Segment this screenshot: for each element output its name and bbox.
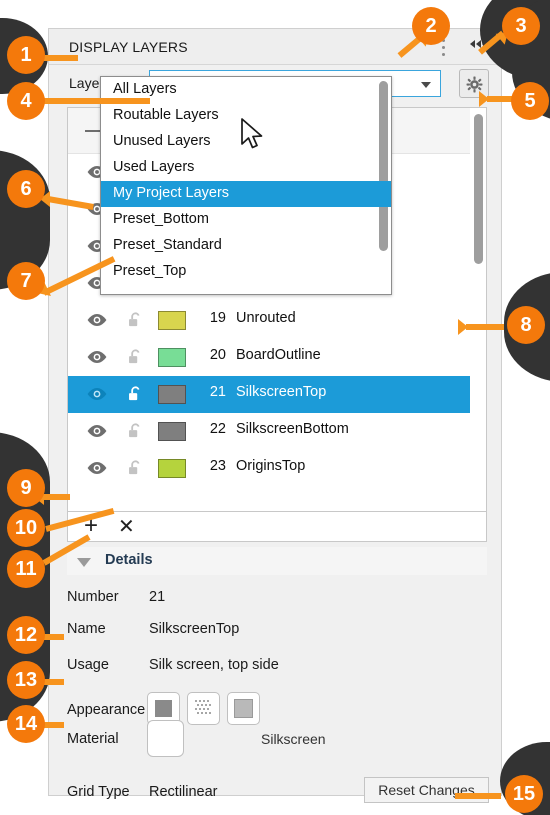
callout-badge-2: 2: [412, 7, 450, 45]
appearance-option-pattern[interactable]: [187, 692, 220, 725]
layer-number: 22: [209, 421, 226, 437]
usage-label: Usage: [67, 657, 109, 673]
layer-name: BoardOutline: [236, 347, 321, 363]
dropdown-option[interactable]: Used Layers: [101, 155, 391, 181]
fill-pattern-icon: [195, 700, 211, 714]
number-label: Number: [67, 589, 119, 605]
number-value: 21: [149, 589, 166, 605]
layer-name: OriginsTop: [236, 458, 306, 474]
callout-badge-13: 13: [7, 661, 45, 699]
callout-leader: [38, 98, 150, 104]
table-row[interactable]: 21 SilkscreenTop: [68, 376, 486, 413]
dropdown-option[interactable]: Preset_Top: [101, 259, 391, 285]
layer-list-scrollbar-thumb[interactable]: [474, 114, 483, 264]
layer-color-swatch[interactable]: [158, 348, 186, 367]
visibility-eye-icon[interactable]: [86, 313, 108, 327]
details-header[interactable]: Details: [67, 547, 487, 575]
mouse-cursor-icon: [241, 118, 263, 149]
callout-badge-1: 1: [7, 36, 45, 74]
callout-badge-15: 15: [505, 775, 543, 813]
callout-arrow: [479, 91, 489, 107]
layer-name: Unrouted: [236, 310, 296, 326]
layer-list-scrollbar-track[interactable]: [470, 108, 486, 511]
dropdown-option[interactable]: Preset_Bottom: [101, 207, 391, 233]
dropdown-options: All Layers Routable Layers Unused Layers Us…: [101, 77, 391, 285]
layer-number: 20: [209, 347, 226, 363]
details-section-title: Details: [105, 552, 153, 568]
dropdown-option[interactable]: Preset_Standard: [101, 233, 391, 259]
layer-number: 23: [209, 458, 226, 474]
name-label: Name: [67, 621, 106, 637]
callout-badge-8: 8: [507, 306, 545, 344]
callout-leader: [455, 793, 501, 799]
dropdown-option[interactable]: My Project Layers: [101, 181, 391, 207]
visibility-eye-icon[interactable]: [86, 387, 108, 401]
material-value: Silkscreen: [261, 731, 326, 747]
page-title: DISPLAY LAYERS: [69, 39, 188, 55]
material-color-swatch[interactable]: [147, 720, 184, 757]
callout-badge-5: 5: [511, 82, 549, 120]
layer-name: SilkscreenBottom: [236, 421, 349, 437]
chevron-down-icon: [421, 82, 431, 88]
layer-color-swatch[interactable]: [158, 311, 186, 330]
layer-name: SilkscreenTop: [236, 384, 327, 400]
callout-leader: [42, 494, 70, 500]
callout-badge-3: 3: [502, 7, 540, 45]
unlock-icon[interactable]: [126, 311, 145, 330]
reset-changes-button[interactable]: Reset Changes: [364, 777, 489, 803]
name-value: SilkscreenTop: [149, 621, 240, 637]
callout-badge-6: 6: [7, 170, 45, 208]
fill-outline-icon: [234, 699, 253, 718]
close-x-icon[interactable]: ✕: [118, 516, 135, 538]
table-row[interactable]: 22 SilkscreenBottom: [68, 413, 486, 450]
table-row[interactable]: 23 OriginsTop: [68, 450, 486, 487]
layer-number: 19: [209, 310, 226, 326]
appearance-label: Appearance: [67, 702, 146, 718]
table-row[interactable]: 19 Unrouted: [68, 302, 486, 339]
layer-number: 21: [209, 384, 226, 400]
layer-set-dropdown[interactable]: All Layers Routable Layers Unused Layers Us…: [100, 76, 392, 295]
unlock-icon[interactable]: [126, 459, 145, 478]
callout-arrow: [458, 319, 468, 335]
layer-list-toolbar: + ✕: [67, 512, 487, 542]
usage-value: Silk screen, top side: [149, 657, 279, 673]
triangle-down-icon[interactable]: [77, 558, 91, 567]
unlock-icon[interactable]: [126, 385, 145, 404]
appearance-option-outline[interactable]: [227, 692, 260, 725]
unlock-icon[interactable]: [126, 422, 145, 441]
visibility-eye-icon[interactable]: [86, 461, 108, 475]
grid-type-label: Grid Type: [67, 784, 130, 800]
screenshot-root: DISPLAY LAYERS Layer Set All Layers: [0, 0, 550, 815]
layer-color-swatch[interactable]: [158, 459, 186, 478]
layer-color-swatch[interactable]: [158, 422, 186, 441]
callout-badge-9: 9: [7, 469, 45, 507]
visibility-eye-icon[interactable]: [86, 350, 108, 364]
kebab-menu-icon[interactable]: [442, 39, 446, 56]
callout-badge-7: 7: [7, 262, 45, 300]
unlock-icon[interactable]: [126, 348, 145, 367]
callout-badge-11: 11: [7, 550, 45, 588]
grid-type-value: Rectilinear: [149, 784, 218, 800]
callout-badge-4: 4: [7, 82, 45, 120]
fill-solid-icon: [154, 699, 173, 718]
table-row[interactable]: 20 BoardOutline: [68, 339, 486, 376]
visibility-eye-icon[interactable]: [86, 424, 108, 438]
layer-color-swatch[interactable]: [158, 385, 186, 404]
callout-badge-12: 12: [7, 616, 45, 654]
material-label: Material: [67, 731, 119, 747]
callout-badge-10: 10: [7, 509, 45, 547]
callout-leader: [466, 324, 504, 330]
callout-badge-14: 14: [7, 705, 45, 743]
